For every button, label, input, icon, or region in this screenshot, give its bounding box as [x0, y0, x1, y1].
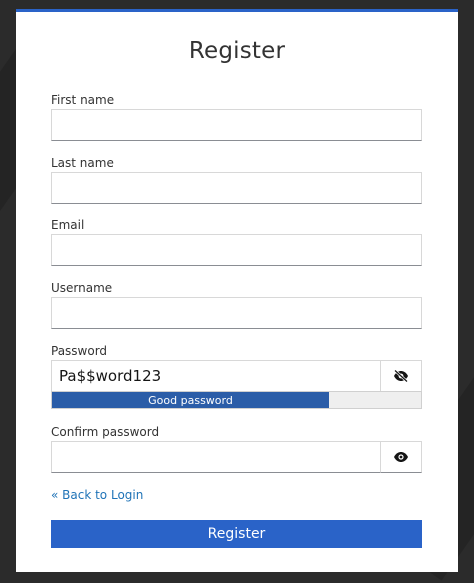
password-strength-text: Good password [148, 394, 233, 407]
email-field[interactable] [51, 234, 422, 266]
email-label: Email [51, 218, 85, 232]
last-name-field[interactable] [51, 172, 422, 204]
password-value: Pa$$word123 [59, 367, 162, 385]
eye-slash-icon [394, 370, 408, 382]
register-card: Register First name Last name Email User… [16, 9, 458, 572]
password-label: Password [51, 344, 108, 358]
page-title: Register [188, 38, 286, 64]
password-strength-meter: Good password [51, 391, 422, 409]
eye-icon [394, 452, 408, 462]
username-label: Username [51, 281, 113, 295]
first-name-label: First name [51, 93, 115, 107]
back-to-login-link[interactable]: « Back to Login [51, 488, 143, 502]
register-button[interactable]: Register [51, 520, 422, 548]
last-name-label: Last name [51, 156, 114, 170]
first-name-field[interactable] [51, 109, 422, 141]
password-visibility-toggle[interactable] [380, 360, 422, 392]
username-field[interactable] [51, 297, 422, 329]
confirm-password-field[interactable] [51, 441, 381, 473]
confirm-password-visibility-toggle[interactable] [380, 441, 422, 473]
password-field[interactable]: Pa$$word123 [51, 360, 381, 392]
confirm-password-label: Confirm password [51, 425, 160, 439]
